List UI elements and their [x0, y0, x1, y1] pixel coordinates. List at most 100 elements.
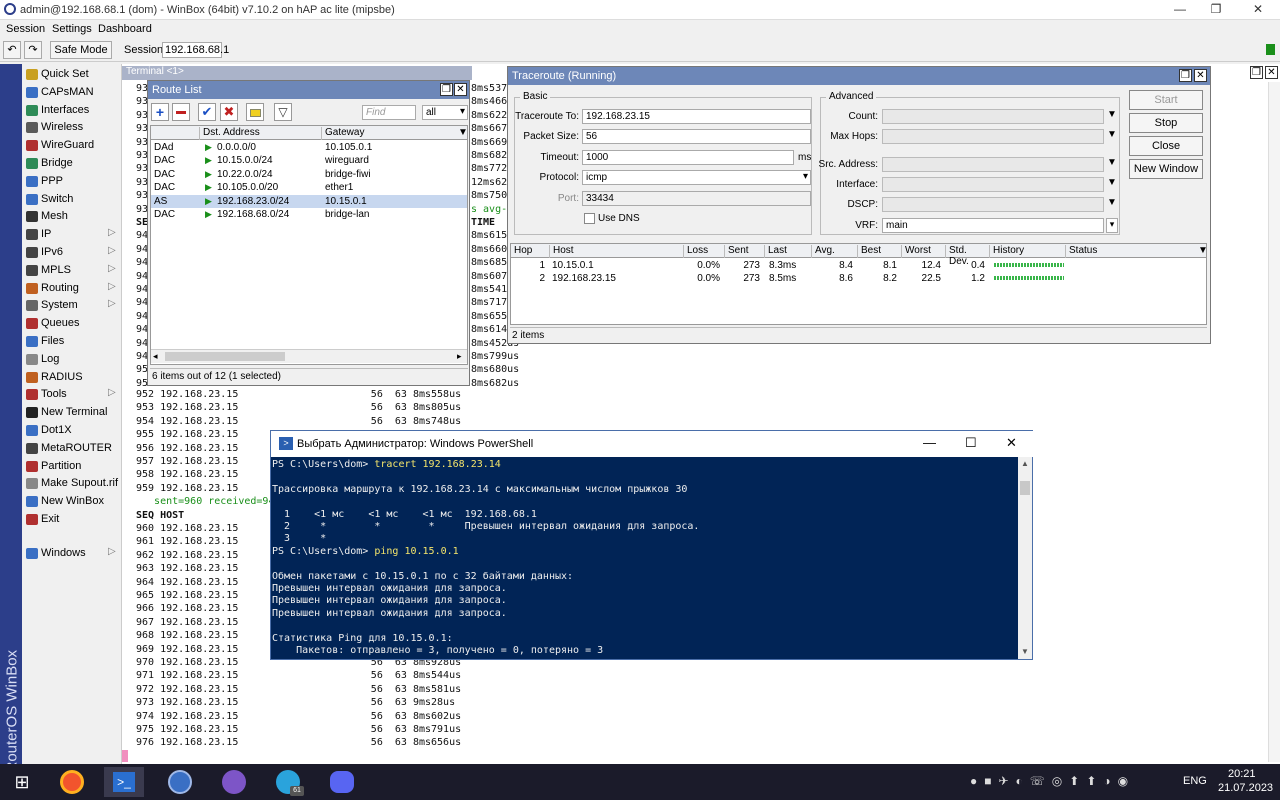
- discord-icon[interactable]: [322, 767, 362, 797]
- sidebar-item-partition[interactable]: Partition: [22, 458, 122, 475]
- menu-session[interactable]: Session: [6, 23, 45, 35]
- language-indicator[interactable]: ENG: [1183, 775, 1207, 787]
- sidebar-item-ip[interactable]: IP ▷: [22, 226, 122, 243]
- route-hscroll-thumb[interactable]: [165, 352, 285, 361]
- remove-icon[interactable]: [172, 103, 190, 121]
- table-row[interactable]: 2 192.168.23.15 0.0% 273 8.5ms 8.6 8.2 22.5 1.2: [511, 272, 1206, 285]
- table-row[interactable]: DAC ▶ 10.105.0.0/20 ether1: [151, 181, 467, 194]
- col-status[interactable]: Status: [1065, 245, 1206, 258]
- ps-minimize-button[interactable]: —: [923, 435, 936, 450]
- workspace-close-button[interactable]: ✕: [1265, 66, 1278, 79]
- sidebar-item-mpls[interactable]: MPLS ▷: [22, 262, 122, 279]
- scroll-right-icon[interactable]: ▸: [457, 351, 462, 362]
- timeout-input[interactable]: 1000: [582, 150, 794, 165]
- col-sent[interactable]: Sent: [724, 245, 764, 258]
- count-dropdown-icon[interactable]: ▼: [1107, 109, 1117, 120]
- find-input[interactable]: Find: [362, 105, 416, 120]
- add-icon[interactable]: +: [151, 103, 169, 121]
- scroll-left-icon[interactable]: ◂: [153, 351, 158, 362]
- src-address-field[interactable]: [882, 157, 1104, 172]
- table-row[interactable]: DAd ▶ 0.0.0.0/0 10.105.0.1: [151, 141, 467, 154]
- sidebar-item-interfaces[interactable]: Interfaces: [22, 102, 122, 119]
- col-hop[interactable]: Hop: [511, 245, 549, 258]
- winbox-taskbar-icon[interactable]: [160, 767, 200, 797]
- menu-settings[interactable]: Settings: [52, 23, 92, 35]
- sidebar-item-switch[interactable]: Switch: [22, 191, 122, 208]
- safe-mode-button[interactable]: Safe Mode: [50, 41, 112, 59]
- route-list-close-button[interactable]: ✕: [454, 83, 467, 96]
- disable-icon[interactable]: ✖: [220, 103, 238, 121]
- sidebar-item-capsman[interactable]: CAPsMAN: [22, 84, 122, 101]
- start-button[interactable]: Start: [1129, 90, 1203, 110]
- sidebar-item-ppp[interactable]: PPP: [22, 173, 122, 190]
- table-row[interactable]: DAC ▶ 192.168.68.0/24 bridge-lan: [151, 208, 467, 221]
- close-window-button[interactable]: Close: [1129, 136, 1203, 156]
- route-list-restore-button[interactable]: ❐: [440, 83, 453, 96]
- columns-menu-icon[interactable]: ▼: [1195, 245, 1208, 258]
- sidebar-item-new-terminal[interactable]: New Terminal: [22, 404, 122, 421]
- col-dst-address[interactable]: Dst. Address: [199, 127, 321, 140]
- dscp-field[interactable]: [882, 197, 1104, 212]
- firefox-icon[interactable]: [52, 767, 92, 797]
- sidebar-item-metarouter[interactable]: MetaROUTER: [22, 440, 122, 457]
- port-input[interactable]: 33434: [582, 191, 811, 206]
- sidebar-item-new-winbox[interactable]: New WinBox: [22, 493, 122, 510]
- tray-icons[interactable]: ●■✈◐☏◎⬆⬆◑◉: [970, 774, 1135, 788]
- col-gateway[interactable]: Gateway: [321, 127, 467, 140]
- traceroute-close-button[interactable]: ✕: [1194, 69, 1207, 82]
- table-row[interactable]: AS ▶ 192.168.23.0/24 10.15.0.1: [151, 194, 467, 208]
- filter-icon[interactable]: ▽: [274, 103, 292, 121]
- ps-close-button[interactable]: ✕: [1006, 435, 1017, 451]
- use-dns-checkbox[interactable]: [584, 213, 595, 224]
- vrf-select[interactable]: main: [882, 218, 1104, 233]
- col-std-dev-[interactable]: Std. Dev.: [945, 245, 989, 267]
- interface-field[interactable]: [882, 177, 1104, 192]
- sidebar-item-log[interactable]: Log: [22, 351, 122, 368]
- filter-select[interactable]: all ▾: [422, 105, 468, 120]
- traceroute-to-input[interactable]: 192.168.23.15: [582, 109, 811, 124]
- scroll-up-icon[interactable]: ▲: [1021, 459, 1029, 468]
- menu-dashboard[interactable]: Dashboard: [98, 23, 152, 35]
- col-last[interactable]: Last: [764, 245, 811, 258]
- sidebar-item-windows[interactable]: Windows ▷: [22, 545, 122, 562]
- col-worst[interactable]: Worst: [901, 245, 945, 258]
- clock-date[interactable]: 21.07.2023: [1218, 782, 1273, 794]
- sidebar-item-files[interactable]: Files: [22, 333, 122, 350]
- redo-button[interactable]: ↷: [24, 41, 42, 59]
- col-loss[interactable]: Loss: [683, 245, 724, 258]
- col-flags[interactable]: [151, 127, 199, 140]
- sidebar-item-radius[interactable]: RADIUS: [22, 369, 122, 386]
- col-avg-[interactable]: Avg.: [811, 245, 857, 258]
- columns-menu-icon[interactable]: ▼: [455, 127, 468, 140]
- session-field[interactable]: 192.168.68.1: [162, 42, 229, 58]
- max-hops-dropdown-icon[interactable]: ▼: [1107, 129, 1117, 140]
- workspace-restore-button[interactable]: ❐: [1250, 66, 1263, 79]
- sidebar-item-exit[interactable]: Exit: [22, 511, 122, 528]
- table-row[interactable]: DAC ▶ 10.22.0.0/24 bridge-fiwi: [151, 168, 467, 181]
- enable-icon[interactable]: ✔: [198, 103, 216, 121]
- vrf-dropdown-icon[interactable]: ▾: [1106, 218, 1118, 233]
- table-row[interactable]: DAC ▶ 10.15.0.0/24 wireguard: [151, 154, 467, 167]
- powershell-console[interactable]: PS C:\Users\dom> tracert 192.168.23.14 Тр…: [271, 457, 1016, 659]
- dscp-dropdown-icon[interactable]: ▼: [1107, 197, 1117, 208]
- ps-maximize-button[interactable]: ☐: [965, 435, 977, 451]
- sidebar-item-routing[interactable]: Routing ▷: [22, 280, 122, 297]
- clock-time[interactable]: 20:21: [1228, 768, 1256, 780]
- sidebar-item-bridge[interactable]: Bridge: [22, 155, 122, 172]
- sidebar-item-wireless[interactable]: Wireless: [22, 119, 122, 136]
- sidebar-item-tools[interactable]: Tools ▷: [22, 386, 122, 403]
- workspace-scrollbar[interactable]: [1268, 82, 1280, 762]
- traceroute-restore-button[interactable]: ❐: [1179, 69, 1192, 82]
- sidebar-item-ipv6[interactable]: IPv6 ▷: [22, 244, 122, 261]
- sidebar-item-wireguard[interactable]: WireGuard: [22, 137, 122, 154]
- stop-button[interactable]: Stop: [1129, 113, 1203, 133]
- sidebar-item-make-supout-rif[interactable]: Make Supout.rif: [22, 475, 122, 492]
- max-hops-field[interactable]: [882, 129, 1104, 144]
- comment-icon[interactable]: [246, 103, 264, 121]
- maximize-button[interactable]: ❐: [1206, 2, 1226, 18]
- windows-start-icon[interactable]: ⊞: [2, 767, 42, 797]
- undo-button[interactable]: ↶: [3, 41, 21, 59]
- sidebar-item-mesh[interactable]: Mesh: [22, 208, 122, 225]
- ps-scroll-thumb[interactable]: [1020, 481, 1030, 495]
- sidebar-item-queues[interactable]: Queues: [22, 315, 122, 332]
